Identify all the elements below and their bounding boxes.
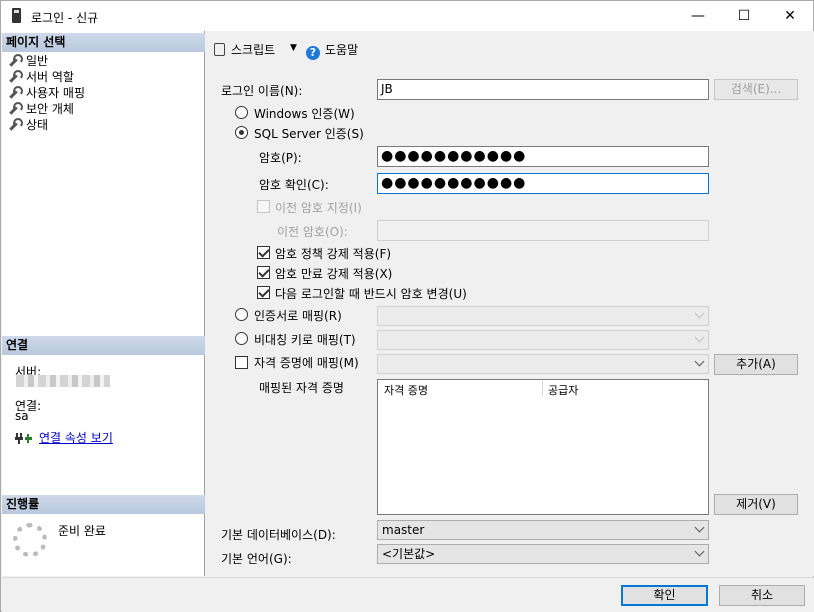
ok-button[interactable]: 확인 <box>621 585 708 606</box>
chevron-down-icon <box>694 522 705 533</box>
script-button[interactable]: 스크립트 <box>214 41 275 58</box>
sidebar-item-securables[interactable]: 보안 개체 <box>8 101 74 117</box>
wrench-icon <box>8 118 23 130</box>
default-lang-select[interactable]: <기본값> <box>377 544 709 564</box>
confirm-password-input[interactable]: ●●●●●●●●●●● <box>377 173 709 194</box>
progress-status: 준비 완료 <box>58 524 106 538</box>
server-name-redacted <box>16 375 110 387</box>
search-button[interactable]: 검색(E)... <box>714 79 798 100</box>
windows-auth-label: Windows 인증(W) <box>254 107 355 121</box>
old-password-label: 이전 암호(O): <box>277 225 348 239</box>
wrench-icon <box>8 54 23 66</box>
credential-map-checkbox[interactable] <box>235 356 248 369</box>
title-bar: 로그인 - 신규 — ☐ ✕ <box>1 1 813 31</box>
script-dropdown-icon[interactable]: ▼ <box>290 43 297 53</box>
grid-header-provider[interactable]: 공급자 <box>548 382 578 398</box>
add-credential-button[interactable]: 추가(A) <box>714 354 798 375</box>
specify-old-password-checkbox[interactable] <box>257 200 270 213</box>
pages-header: 페이지 선택 <box>2 33 205 52</box>
app-icon <box>12 8 21 23</box>
progress-spinner-icon <box>13 523 47 557</box>
enforce-policy-label: 암호 정책 강제 적용(F) <box>275 247 392 261</box>
enforce-expiration-label: 암호 만료 강제 적용(X) <box>275 267 393 281</box>
grid-header-credential[interactable]: 자격 증명 <box>384 382 428 398</box>
connection-header: 연결 <box>2 336 205 355</box>
default-lang-label: 기본 언어(G): <box>221 552 292 566</box>
dialog-footer: 확인 취소 <box>2 577 814 612</box>
maximize-button[interactable]: ☐ <box>721 1 767 31</box>
minimize-button[interactable]: — <box>675 1 721 31</box>
chevron-down-icon <box>694 332 705 343</box>
asym-key-map-label: 비대칭 키로 매핑(T) <box>254 333 356 347</box>
sidebar: 페이지 선택 일반 서버 역할 사용자 매핑 보안 개체 상태 연결 서버: 연… <box>2 31 205 576</box>
sidebar-item-status[interactable]: 상태 <box>8 117 48 133</box>
chevron-down-icon <box>694 356 705 367</box>
asym-key-select[interactable] <box>377 330 709 350</box>
windows-auth-radio[interactable] <box>235 106 248 119</box>
sidebar-item-server-roles[interactable]: 서버 역할 <box>8 69 74 85</box>
cert-map-label: 인증서로 매핑(R) <box>254 309 342 323</box>
login-new-window: 로그인 - 신규 — ☐ ✕ 페이지 선택 일반 서버 역할 사용자 매핑 보안… <box>0 0 814 612</box>
password-input[interactable]: ●●●●●●●●●●● <box>377 146 709 167</box>
default-db-label: 기본 데이터베이스(D): <box>221 528 336 542</box>
login-name-input[interactable]: JB <box>377 79 709 100</box>
close-button[interactable]: ✕ <box>767 1 813 31</box>
must-change-label: 다음 로그인할 때 반드시 암호 변경(U) <box>275 287 467 301</box>
view-connection-properties-link[interactable]: 연결 속성 보기 <box>39 429 113 446</box>
wrench-icon <box>8 86 23 98</box>
sql-auth-label: SQL Server 인증(S) <box>254 127 364 141</box>
script-icon <box>214 43 225 56</box>
sidebar-item-user-mapping[interactable]: 사용자 매핑 <box>8 85 85 101</box>
credential-map-label: 자격 증명에 매핑(M) <box>254 356 359 370</box>
remove-credential-button[interactable]: 제거(V) <box>714 494 798 515</box>
mapped-credentials-label: 매핑된 자격 증명 <box>259 381 344 395</box>
help-icon: ? <box>306 46 320 60</box>
password-label: 암호(P): <box>259 151 302 165</box>
chevron-down-icon <box>694 308 705 319</box>
sql-auth-radio[interactable] <box>235 126 248 139</box>
enforce-expiration-checkbox[interactable] <box>257 266 270 279</box>
default-db-select[interactable]: master <box>377 520 709 540</box>
wrench-icon <box>8 70 23 82</box>
connection-value: sa <box>15 409 29 423</box>
credential-select[interactable] <box>377 354 709 374</box>
progress-header: 진행률 <box>2 495 205 514</box>
confirm-password-label: 암호 확인(C): <box>259 178 329 192</box>
grid-header-separator <box>542 381 543 396</box>
must-change-checkbox[interactable] <box>257 286 270 299</box>
plug-icon <box>15 433 32 444</box>
login-name-label: 로그인 이름(N): <box>221 84 303 98</box>
chevron-down-icon <box>694 546 705 557</box>
old-password-input[interactable] <box>377 220 709 241</box>
cert-select[interactable] <box>377 306 709 326</box>
enforce-policy-checkbox[interactable] <box>257 246 270 259</box>
window-title: 로그인 - 신규 <box>31 11 99 25</box>
toolbar: 스크립트 ▼ ? 도움말 <box>206 31 814 63</box>
asym-key-map-radio[interactable] <box>235 332 248 345</box>
sidebar-item-general[interactable]: 일반 <box>8 53 48 69</box>
cert-map-radio[interactable] <box>235 308 248 321</box>
wrench-icon <box>8 102 23 114</box>
cancel-button[interactable]: 취소 <box>719 585 805 606</box>
mapped-credentials-grid[interactable]: 자격 증명 공급자 <box>377 379 709 515</box>
specify-old-password-label: 이전 암호 지정(I) <box>275 201 362 215</box>
help-button[interactable]: ? 도움말 <box>306 41 358 60</box>
